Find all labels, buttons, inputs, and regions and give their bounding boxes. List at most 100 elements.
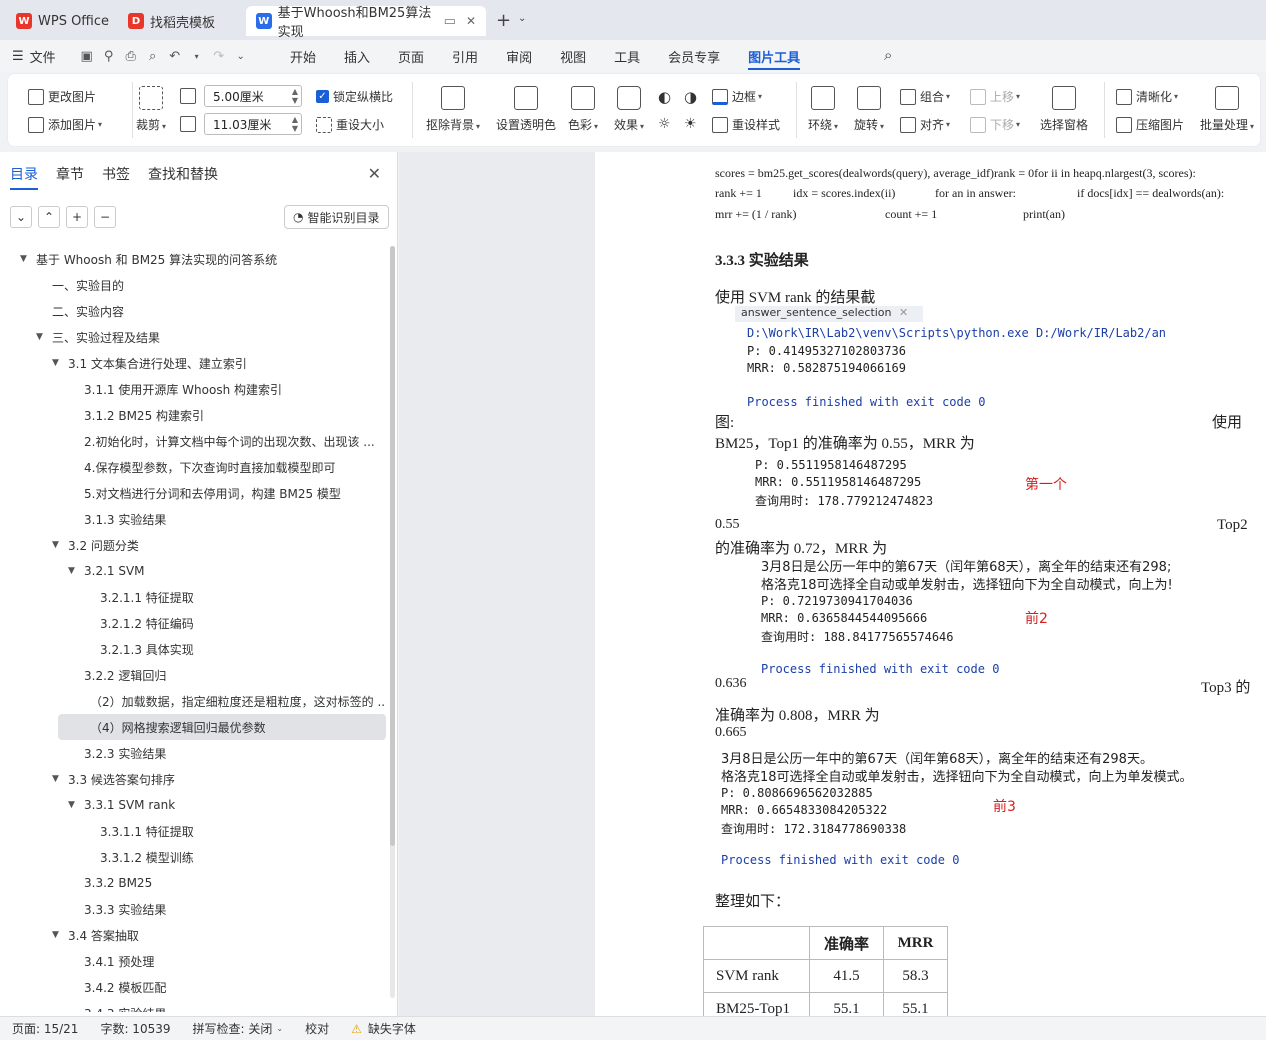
toc-item[interactable]: （4）网格搜索逻辑回归最优参数 [58, 714, 386, 740]
page-indicator[interactable]: 页面: 15/21 [12, 1020, 78, 1037]
tab-insert[interactable]: 插入 [344, 40, 370, 72]
new-tab-icon[interactable]: + [496, 10, 511, 31]
tab-page[interactable]: 页面 [398, 40, 424, 72]
expand-arrow-icon[interactable]: ▼ [36, 332, 50, 342]
set-transparent-button[interactable]: 设置透明色 [496, 86, 556, 133]
toc-item[interactable]: 2.初始化时，计算文档中每个词的出现次数、出现该 ... [0, 428, 386, 454]
document-page[interactable]: scores = bm25.get_scores(dealwords(query… [595, 152, 1266, 1016]
screenshot-top2[interactable]: 3月8日是公历一年中的第67天（闰年第68天），离全年的结束还有298; 格洛克… [755, 554, 1205, 682]
missing-font-button[interactable]: ⚠ 缺失字体 [351, 1020, 416, 1037]
redo-icon[interactable]: ↷ [208, 45, 230, 67]
remove-icon[interactable]: − [94, 206, 116, 228]
more-chevron-icon[interactable]: ⌄ [230, 45, 252, 67]
toc-item[interactable]: （2）加载数据，指定细粒度还是粗粒度，这对标签的 ... [0, 688, 386, 714]
expand-chevron-icon[interactable]: ⌃ [38, 206, 60, 228]
expand-arrow-icon[interactable]: ▼ [52, 540, 66, 550]
align-button[interactable]: 对齐 ▾ [900, 116, 950, 133]
effect-button[interactable]: 效果 ▾ [614, 86, 644, 133]
save-icon[interactable]: ▣ [76, 45, 98, 67]
collapse-chevron-icon[interactable]: ⌄ [10, 206, 32, 228]
select-pane-button[interactable]: 选择窗格 [1040, 86, 1088, 133]
tab-docer[interactable]: D 找稻壳模板 [118, 6, 225, 36]
contrast-down-icon[interactable]: ☀ [684, 116, 697, 132]
close-tab-icon[interactable]: ✕ [466, 14, 476, 28]
wrap-button[interactable]: 环绕 ▾ [808, 86, 838, 133]
reset-style-button[interactable]: 重设样式 [712, 116, 780, 133]
tab-member[interactable]: 会员专享 [668, 40, 720, 72]
height-spinner[interactable]: ▲ ▼ [292, 115, 298, 133]
sharpen-button[interactable]: 清晰化 ▾ [1116, 88, 1178, 105]
expand-arrow-icon[interactable]: ▼ [20, 254, 34, 264]
toc-item[interactable]: 3.4.3 实验结果 [0, 1000, 386, 1013]
compress-image-button[interactable]: 压缩图片 [1116, 116, 1184, 133]
group-button[interactable]: 组合 ▾ [900, 88, 950, 105]
word-count[interactable]: 字数: 10539 [100, 1020, 170, 1037]
screenshot-svm-rank[interactable]: answer_sentence_selection ✕ D:\Work\IR\L… [735, 306, 1211, 414]
contrast-up-icon[interactable]: ◑ [684, 88, 697, 106]
border-button[interactable]: 边框 ▾ [712, 88, 762, 105]
toc-item[interactable]: ▼ 基于 Whoosh 和 BM25 算法实现的问答系统 [0, 246, 386, 272]
toc-item[interactable]: 3.1.2 BM25 构建索引 [0, 402, 386, 428]
toc-item[interactable]: 3.2.2 逻辑回归 [0, 662, 386, 688]
toc-item[interactable]: 3.2.1.2 特征编码 [0, 610, 386, 636]
expand-arrow-icon[interactable]: ▼ [68, 566, 82, 576]
tab-tools[interactable]: 工具 [614, 40, 640, 72]
add-image-button[interactable]: 添加图片 ▾ [28, 116, 102, 133]
proofread-button[interactable]: 校对 [305, 1020, 329, 1037]
screen-icon[interactable]: ▭ [444, 14, 456, 29]
height-input[interactable]: 11.03厘米 ▲ ▼ [204, 113, 302, 135]
toc-item[interactable]: ▼ 3.1 文本集合进行处理、建立索引 [0, 350, 386, 376]
smart-toc-button[interactable]: ◔ 智能识别目录 [284, 205, 389, 229]
toc-item[interactable]: ▼ 3.4 答案抽取 [0, 922, 386, 948]
toc-item[interactable]: 3.1.1 使用开源库 Whoosh 构建索引 [0, 376, 386, 402]
close-icon[interactable]: ✕ [368, 164, 381, 183]
toc-item[interactable]: 3.2.3 实验结果 [0, 740, 386, 766]
toc-item[interactable]: 二、实验内容 [0, 298, 386, 324]
tab-find-replace[interactable]: 查找和替换 [148, 164, 218, 190]
width-input[interactable]: 5.00厘米 ▲ ▼ [204, 85, 302, 107]
undo-dropdown-icon[interactable]: ▾ [186, 45, 208, 67]
screenshot-top3[interactable]: 3月8日是公历一年中的第67天（闰年第68天），离全年的结束还有298天。 格洛… [715, 744, 1266, 864]
change-image-button[interactable]: 更改图片 [28, 88, 96, 105]
toc-item[interactable]: 3.4.1 预处理 [0, 948, 386, 974]
tab-toc[interactable]: 目录 [10, 164, 38, 190]
brightness-up-icon[interactable]: ◐ [658, 88, 671, 106]
toc-item[interactable]: 3.4.2 模板匹配 [0, 974, 386, 1000]
toc-item[interactable]: ▼ 3.3.1 SVM rank [0, 792, 386, 818]
crop-button[interactable]: 裁剪 ▾ [136, 86, 166, 133]
toc-item[interactable]: 3.3.3 实验结果 [0, 896, 386, 922]
toc-item[interactable]: 3.3.2 BM25 [0, 870, 386, 896]
toc-scrollbar[interactable] [390, 246, 395, 998]
move-up-button[interactable]: 上移 ▾ [970, 88, 1020, 105]
toc-item[interactable]: ▼ 3.2.1 SVM [0, 558, 386, 584]
batch-process-button[interactable]: 批量处理 ▾ [1200, 86, 1254, 133]
toc-item[interactable]: 3.1.3 实验结果 [0, 506, 386, 532]
search-icon[interactable]: ⌕ [884, 46, 892, 64]
toc-item[interactable]: ▼ 3.2 问题分类 [0, 532, 386, 558]
toc-item[interactable]: 4.保存模型参数，下次查询时直接加载模型即可 [0, 454, 386, 480]
toc-item[interactable]: 一、实验目的 [0, 272, 386, 298]
tab-picture-tools[interactable]: 图片工具 [748, 40, 801, 72]
screenshot-top1[interactable]: P: 0.5511958146487295 MRR: 0.55119581464… [745, 448, 1221, 508]
toc-item[interactable]: 3.3.1.2 模型训练 [0, 844, 386, 870]
toc-item[interactable]: 3.2.1.1 特征提取 [0, 584, 386, 610]
spell-check[interactable]: 拼写检查: 关闭 ⌄ [193, 1020, 284, 1037]
toc-item[interactable]: ▼ 3.3 候选答案句排序 [0, 766, 386, 792]
link-icon[interactable]: ⚲ [98, 45, 120, 67]
reset-size-button[interactable]: 重设大小 [316, 116, 384, 133]
lock-ratio-checkbox[interactable]: ✓ 锁定纵横比 [316, 88, 393, 105]
undo-icon[interactable]: ↶ [164, 45, 186, 67]
tab-wps-office[interactable]: W WPS Office [6, 6, 119, 36]
file-menu[interactable]: ☰ 文件 [12, 47, 56, 66]
expand-arrow-icon[interactable]: ▼ [52, 930, 66, 940]
toc-item[interactable]: ▼ 三、实验过程及结果 [0, 324, 386, 350]
expand-arrow-icon[interactable]: ▼ [52, 774, 66, 784]
toc-item[interactable]: 3.3.1.1 特征提取 [0, 818, 386, 844]
toc-item[interactable]: 5.对文档进行分词和去停用词，构建 BM25 模型 [0, 480, 386, 506]
toc-item[interactable]: 3.2.1.3 具体实现 [0, 636, 386, 662]
tab-document[interactable]: W 基于Whoosh和BM25算法实现 ▭ ✕ [246, 6, 486, 40]
print-preview-icon[interactable]: ⌕ [142, 45, 164, 67]
expand-arrow-icon[interactable]: ▼ [52, 358, 66, 368]
results-table[interactable]: 准确率 MRR SVM rank 41.5 58.3 BM25-Top1 55.… [703, 926, 948, 1016]
expand-arrow-icon[interactable]: ▼ [68, 800, 82, 810]
